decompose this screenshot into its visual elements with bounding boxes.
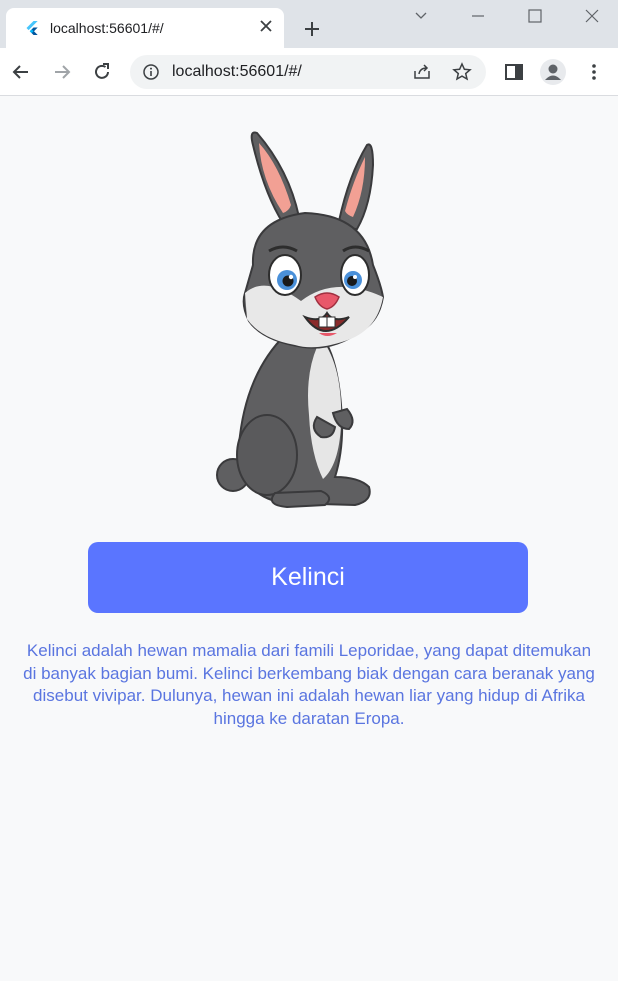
- tab-strip: localhost:56601/#/: [0, 0, 618, 48]
- new-tab-plus-icon[interactable]: [300, 17, 324, 41]
- rabbit-illustration: [216, 131, 385, 509]
- animal-description: Kelinci adalah hewan mamalia dari famili…: [23, 641, 595, 728]
- address-bar[interactable]: localhost:56601/#/: [130, 55, 486, 89]
- info-icon[interactable]: [142, 63, 160, 81]
- reload-icon[interactable]: [90, 60, 114, 84]
- star-icon[interactable]: [452, 62, 472, 82]
- browser-tab[interactable]: localhost:56601/#/: [6, 8, 284, 48]
- maximize-icon[interactable]: [525, 6, 545, 26]
- browser-toolbar: localhost:56601/#/: [0, 48, 618, 96]
- chevron-down-icon[interactable]: [411, 6, 431, 26]
- profile-icon[interactable]: [540, 59, 566, 85]
- flutter-icon: [26, 21, 38, 35]
- arrow-right-icon[interactable]: [50, 60, 74, 84]
- arrow-left-icon[interactable]: [9, 60, 33, 84]
- animal-name-button[interactable]: Kelinci: [88, 542, 528, 613]
- minimize-icon[interactable]: [468, 6, 488, 26]
- share-icon[interactable]: [412, 62, 432, 82]
- tab-title: localhost:56601/#/: [50, 20, 164, 36]
- person-icon: [545, 64, 561, 80]
- window-close-icon[interactable]: [582, 6, 602, 26]
- side-panel-icon[interactable]: [502, 60, 526, 84]
- url-text: localhost:56601/#/: [172, 63, 302, 80]
- kebab-menu-icon[interactable]: [582, 60, 606, 84]
- close-icon[interactable]: [256, 16, 276, 36]
